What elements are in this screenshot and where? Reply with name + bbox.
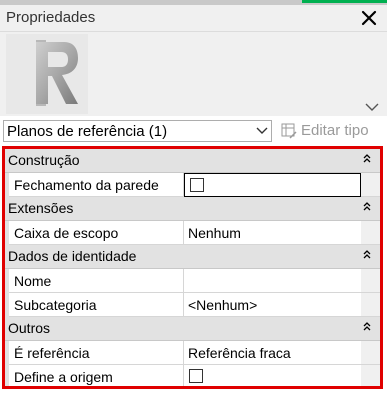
collapse-chevron-icon [363,202,371,211]
collapse-chevron-icon [363,250,371,259]
property-row: Caixa de escopo Nenhum [5,221,380,245]
group-header-dados-de-identidade[interactable]: Dados de identidade [5,245,380,269]
edit-type-icon [281,123,297,139]
property-name: É referência [14,345,90,361]
property-value-cell[interactable] [184,269,361,293]
property-name: Caixa de escopo [14,225,119,241]
palette-title: Propriedades [6,9,96,26]
property-row: Define a origem [5,365,380,386]
property-value: Nenhum [188,225,241,241]
group-label: Construção [8,152,80,168]
fechamento-da-parede-checkbox[interactable] [190,178,204,192]
revit-logo-icon [6,34,88,114]
property-name: Fechamento da parede [14,177,159,193]
property-name-cell: Define a origem [9,365,184,386]
property-name: Define a origem [14,369,113,385]
property-value-cell[interactable]: Nenhum [184,221,361,245]
close-button[interactable] [356,5,382,31]
group-label: Outros [8,320,51,336]
property-name-cell: É referência [9,341,184,365]
close-icon [361,10,377,26]
property-name-cell: Nome [9,269,184,293]
type-image-dropdown[interactable] [364,100,380,112]
define-a-origem-checkbox[interactable] [189,369,203,383]
palette-title-bar: Propriedades [0,5,387,32]
property-row: Fechamento da parede [5,173,380,197]
collapse-chevron-icon [363,154,371,163]
chevron-down-icon [365,103,379,111]
property-row: Subcategoria <Nenhum> [5,293,380,317]
property-value: Referência fraca [188,345,291,361]
group-header-construcao[interactable]: Construção [5,149,380,173]
property-name-cell: Caixa de escopo [9,221,184,245]
property-value-cell[interactable]: <Nenhum> [184,293,361,317]
type-image-area [0,32,387,116]
group-label: Dados de identidade [8,248,137,264]
property-value: <Nenhum> [188,297,258,313]
type-selector-value: Planos de referência (1) [7,123,168,140]
property-row: É referência Referência fraca [5,341,380,365]
properties-table: Construção Fechamento da parede Extensõe… [2,146,383,389]
property-value-cell[interactable] [184,173,361,197]
property-value-cell[interactable]: Referência fraca [184,341,361,365]
chevron-down-icon [256,127,268,134]
group-header-extensoes[interactable]: Extensões [5,197,380,221]
property-value-cell[interactable] [184,365,361,386]
property-name-cell: Fechamento da parede [9,173,184,197]
property-name: Subcategoria [14,297,97,313]
properties-palette: Propriedades Planos de referência (1) Ed… [0,0,387,395]
group-header-outros[interactable]: Outros [5,317,380,341]
palette-accent-bar [302,0,387,3]
collapse-chevron-icon [363,322,371,331]
edit-type-button[interactable]: Editar tipo [279,120,379,142]
type-selector[interactable]: Planos de referência (1) [3,120,272,142]
property-row: Nome [5,269,380,293]
property-name-cell: Subcategoria [9,293,184,317]
group-label: Extensões [8,200,74,216]
property-name: Nome [14,273,52,289]
edit-type-label: Editar tipo [301,122,369,139]
